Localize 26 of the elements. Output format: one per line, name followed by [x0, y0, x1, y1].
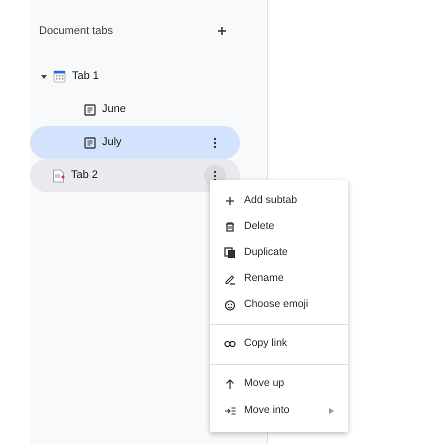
document-icon	[84, 104, 96, 116]
menu-item[interactable]: Move up	[210, 364, 348, 398]
tab-item[interactable]: July	[30, 126, 240, 159]
tab-item[interactable]: Tab 1	[30, 60, 240, 93]
link-icon	[224, 338, 236, 350]
plus-icon	[224, 195, 236, 207]
trash-icon	[224, 221, 236, 233]
indent-icon	[224, 405, 236, 417]
document-icon	[84, 136, 96, 148]
menu-item[interactable]: Choose emoji	[210, 292, 348, 318]
table-document-icon	[53, 70, 66, 83]
tab-item[interactable]: June	[30, 93, 240, 126]
copy-icon	[224, 247, 236, 259]
menu-item[interactable]: Delete	[210, 214, 348, 240]
menu-item[interactable]: Copy link	[210, 324, 348, 358]
more-icon	[213, 136, 217, 148]
emoji-icon	[224, 299, 236, 311]
tab-item[interactable]: Tab 2	[30, 159, 240, 192]
pencil-icon	[224, 273, 236, 285]
menu-item[interactable]: Duplicate	[210, 240, 348, 266]
arrow-up-icon	[224, 378, 236, 390]
document-icon	[52, 168, 65, 182]
menu-item[interactable]: Rename	[210, 266, 348, 292]
plus-icon	[217, 26, 227, 36]
panel-title: Document tabs	[39, 24, 113, 39]
menu-item[interactable]: Move into	[210, 398, 348, 424]
